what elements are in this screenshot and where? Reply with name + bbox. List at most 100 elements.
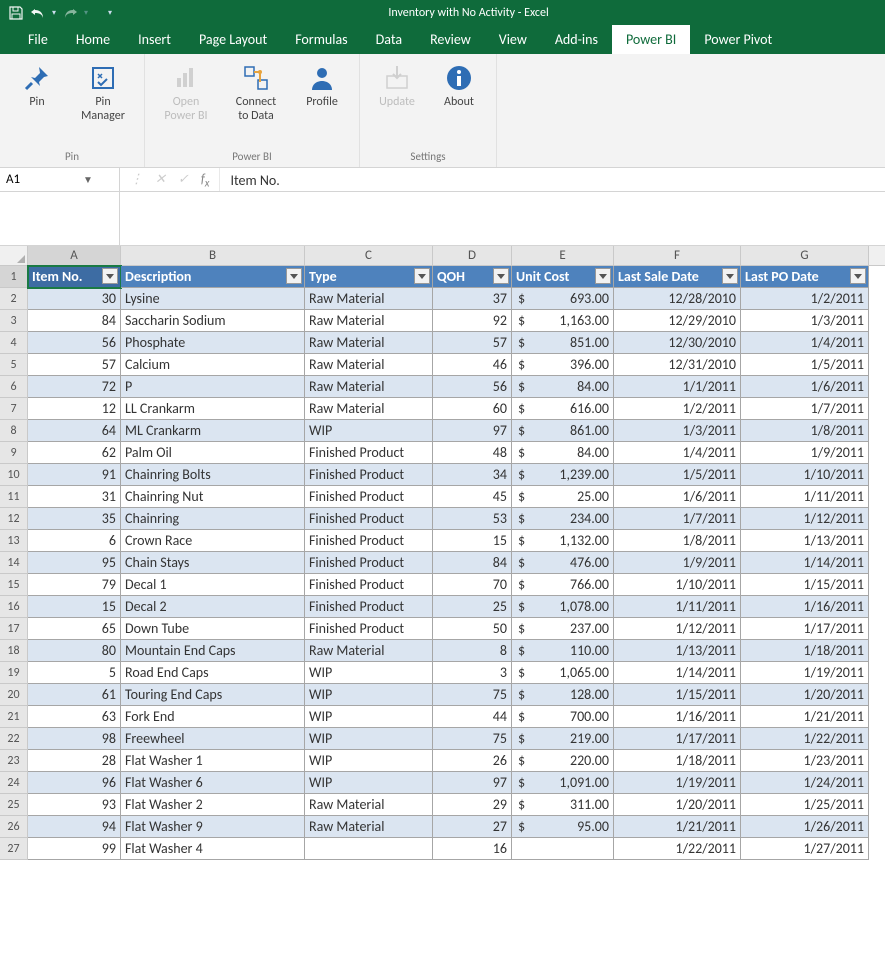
cell[interactable]: Finished Product (305, 508, 433, 530)
row-header[interactable]: 23 (0, 750, 28, 772)
ribbon-tab-review[interactable]: Review (416, 25, 485, 54)
cell[interactable]: 62 (28, 442, 121, 464)
ribbon-tab-power-pivot[interactable]: Power Pivot (690, 25, 786, 54)
cell[interactable]: $766.00 (512, 574, 614, 596)
cell[interactable]: $693.00 (512, 288, 614, 310)
cell[interactable]: Raw Material (305, 310, 433, 332)
cell[interactable]: 35 (28, 508, 121, 530)
cell[interactable]: 50 (433, 618, 512, 640)
cell[interactable]: 1/4/2011 (741, 332, 869, 354)
cell[interactable]: 56 (433, 376, 512, 398)
row-header[interactable]: 15 (0, 574, 28, 596)
cell[interactable]: Down Tube (121, 618, 305, 640)
cell[interactable]: $1,239.00 (512, 464, 614, 486)
cell[interactable]: 98 (28, 728, 121, 750)
cell[interactable]: WIP (305, 728, 433, 750)
row-header[interactable]: 6 (0, 376, 28, 398)
cell[interactable]: 1/26/2011 (741, 816, 869, 838)
cell[interactable]: 1/21/2011 (741, 706, 869, 728)
cell[interactable]: Mountain End Caps (121, 640, 305, 662)
cell[interactable]: 1/13/2011 (614, 640, 741, 662)
cell[interactable]: Chain Stays (121, 552, 305, 574)
save-icon[interactable] (8, 5, 24, 21)
cell[interactable]: 1/6/2011 (741, 376, 869, 398)
cell[interactable]: 64 (28, 420, 121, 442)
cell[interactable]: 94 (28, 816, 121, 838)
cell[interactable]: 29 (433, 794, 512, 816)
cell[interactable]: 1/3/2011 (614, 420, 741, 442)
cell[interactable]: 31 (28, 486, 121, 508)
cell[interactable]: $1,163.00 (512, 310, 614, 332)
row-header[interactable]: 16 (0, 596, 28, 618)
cell[interactable] (305, 838, 433, 860)
ribbon-button-connect-to-data[interactable]: Connectto Data (223, 58, 289, 148)
cell[interactable]: Finished Product (305, 486, 433, 508)
cell[interactable]: 1/11/2011 (741, 486, 869, 508)
row-header[interactable]: 13 (0, 530, 28, 552)
row-header[interactable]: 25 (0, 794, 28, 816)
cell[interactable]: Chainring Bolts (121, 464, 305, 486)
cell[interactable]: 1/17/2011 (614, 728, 741, 750)
cell[interactable]: Chainring Nut (121, 486, 305, 508)
cell[interactable]: Flat Washer 4 (121, 838, 305, 860)
filter-dropdown-icon[interactable] (850, 268, 866, 284)
name-box-dropdown-icon[interactable]: ▼ (80, 173, 96, 186)
cell[interactable]: $234.00 (512, 508, 614, 530)
cell[interactable]: $851.00 (512, 332, 614, 354)
cell[interactable]: Finished Product (305, 596, 433, 618)
ribbon-tab-home[interactable]: Home (62, 25, 124, 54)
ribbon-button-profile[interactable]: Profile (293, 58, 351, 148)
cell[interactable]: $84.00 (512, 442, 614, 464)
table-header-cell[interactable]: QOH (433, 266, 512, 288)
table-header-cell[interactable]: Last Sale Date (614, 266, 741, 288)
cell[interactable]: 1/7/2011 (741, 398, 869, 420)
cell[interactable]: 1/9/2011 (614, 552, 741, 574)
cell[interactable]: 1/5/2011 (614, 464, 741, 486)
cell[interactable]: Finished Product (305, 442, 433, 464)
cell[interactable]: Raw Material (305, 288, 433, 310)
cell[interactable]: Phosphate (121, 332, 305, 354)
cell[interactable]: 1/14/2011 (614, 662, 741, 684)
cell[interactable]: $110.00 (512, 640, 614, 662)
cell[interactable]: $616.00 (512, 398, 614, 420)
cell[interactable]: 1/14/2011 (741, 552, 869, 574)
table-header-cell[interactable]: Unit Cost (512, 266, 614, 288)
cell[interactable]: Finished Product (305, 530, 433, 552)
cell[interactable]: 1/23/2011 (741, 750, 869, 772)
ribbon-tab-data[interactable]: Data (362, 25, 416, 54)
ribbon-button-about[interactable]: About (430, 58, 488, 148)
cell[interactable]: 95 (28, 552, 121, 574)
cell[interactable]: 1/22/2011 (614, 838, 741, 860)
cell[interactable]: 65 (28, 618, 121, 640)
cell[interactable]: 57 (433, 332, 512, 354)
filter-dropdown-icon[interactable] (493, 268, 509, 284)
cell[interactable]: WIP (305, 684, 433, 706)
cell[interactable]: $219.00 (512, 728, 614, 750)
cell[interactable]: 3 (433, 662, 512, 684)
row-header[interactable]: 14 (0, 552, 28, 574)
cell[interactable]: 1/5/2011 (741, 354, 869, 376)
row-header[interactable]: 24 (0, 772, 28, 794)
name-box[interactable]: ▼ (0, 168, 119, 192)
cell[interactable]: 75 (433, 684, 512, 706)
cell[interactable]: 84 (28, 310, 121, 332)
cell[interactable]: 1/24/2011 (741, 772, 869, 794)
cell[interactable]: 93 (28, 794, 121, 816)
row-header[interactable]: 27 (0, 838, 28, 860)
cell[interactable]: 1/19/2011 (741, 662, 869, 684)
cell[interactable]: $1,091.00 (512, 772, 614, 794)
cell[interactable]: 1/15/2011 (741, 574, 869, 596)
filter-dropdown-icon[interactable] (595, 268, 611, 284)
undo-dropdown-icon[interactable]: ▾ (52, 8, 56, 18)
cell[interactable]: 1/16/2011 (614, 706, 741, 728)
cell[interactable]: 92 (433, 310, 512, 332)
cell[interactable]: 16 (433, 838, 512, 860)
cell[interactable]: 12/28/2010 (614, 288, 741, 310)
cell[interactable]: 44 (433, 706, 512, 728)
cell[interactable]: Raw Material (305, 640, 433, 662)
cell[interactable]: 1/15/2011 (614, 684, 741, 706)
table-header-cell[interactable]: Item No. (28, 266, 121, 288)
ribbon-tab-insert[interactable]: Insert (124, 25, 185, 54)
row-header[interactable]: 17 (0, 618, 28, 640)
cell[interactable]: Finished Product (305, 464, 433, 486)
